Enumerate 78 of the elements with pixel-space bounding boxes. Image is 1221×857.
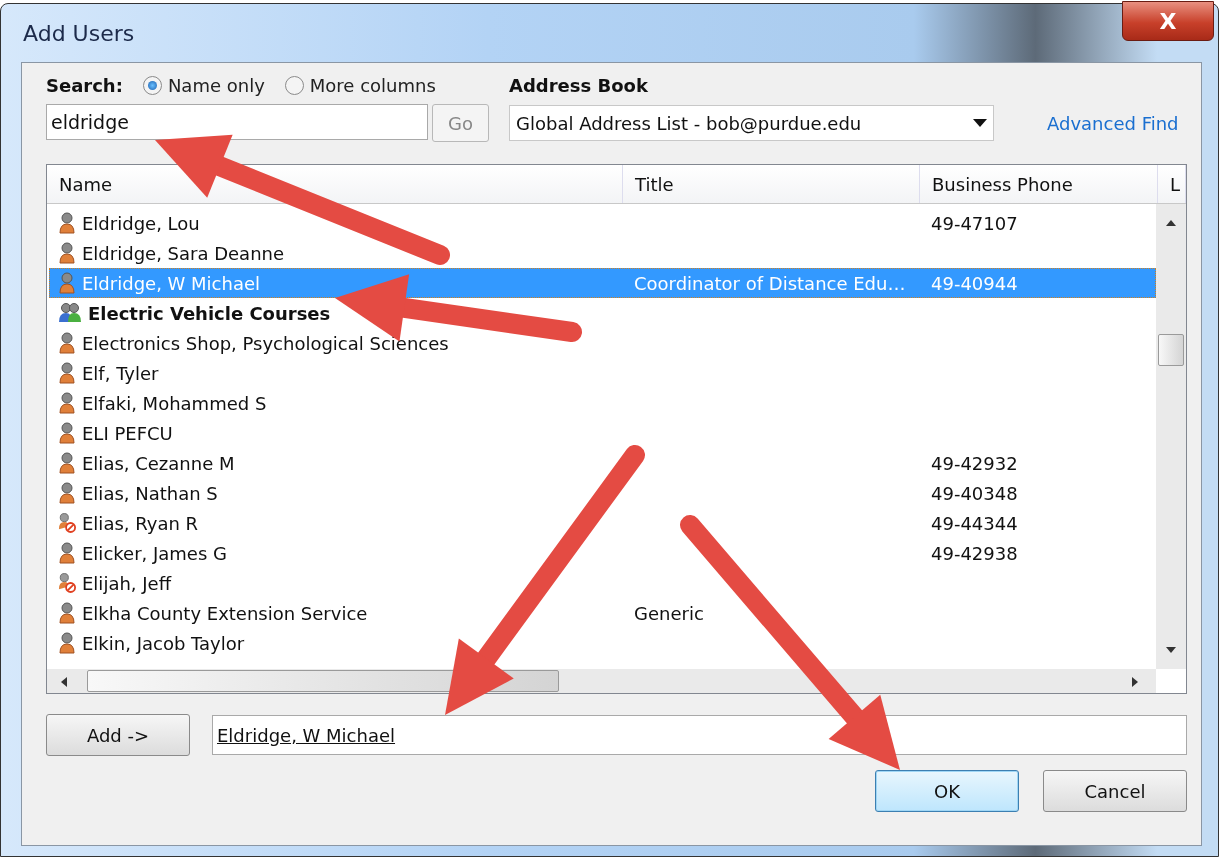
address-book-label: Address Book [509, 75, 649, 96]
person-icon [58, 542, 76, 564]
person-icon [58, 272, 76, 294]
contact-row[interactable]: Elicker, James G 49-42938 [49, 538, 1156, 568]
person-icon [58, 452, 76, 474]
search-field[interactable]: eldridge [46, 104, 428, 140]
person-icon [58, 242, 76, 264]
person-icon [58, 362, 76, 384]
phone-cell-text: 49-42932 [930, 452, 1019, 474]
contact-name: Elf, Tyler [82, 362, 159, 384]
contact-row[interactable]: Elias, Cezanne M 49-42932 [49, 448, 1156, 478]
contact-name: Electric Vehicle Courses [88, 302, 331, 324]
contact-name: Elkin, Jacob Taylor [82, 632, 245, 654]
contact-row[interactable]: Electronics Shop, Psychological Sciences [49, 328, 1156, 358]
group-icon [58, 302, 82, 324]
scroll-right-icon[interactable] [1130, 676, 1140, 688]
contact-name: Elicker, James G [82, 542, 227, 564]
address-book-dropdown[interactable]: Global Address List - bob@purdue.edu [509, 105, 994, 141]
contact-row[interactable]: Elias, Ryan R 49-44344 [49, 508, 1156, 538]
search-label: Search: [46, 75, 123, 96]
contact-row[interactable]: Eldridge, Lou 49-47107 [49, 208, 1156, 238]
phone-cell-text: 49-47107 [930, 212, 1019, 234]
contact-row[interactable]: Elkin, Jacob Taylor [49, 628, 1156, 658]
person-icon [58, 632, 76, 654]
horizontal-scrollbar[interactable] [47, 669, 1156, 693]
column-header[interactable]: L [1158, 165, 1186, 203]
person-icon [58, 212, 76, 234]
contact-name: Elfaki, Mohammed S [82, 392, 267, 414]
caret-icon [973, 119, 987, 127]
phone-cell-text: 49-42938 [930, 542, 1019, 564]
close-button[interactable]: X [1122, 1, 1214, 41]
contact-name: Eldridge, Sara Deanne [82, 242, 285, 264]
person-icon [58, 392, 76, 414]
contact-row[interactable]: Elf, Tyler [49, 358, 1156, 388]
contact-name: ELI PEFCU [82, 422, 173, 444]
contact-row[interactable]: Elfaki, Mohammed S [49, 388, 1156, 418]
scroll-left-icon[interactable] [59, 676, 69, 688]
contact-name: Elkha County Extension Service [82, 602, 368, 624]
contact-row[interactable]: Elijah, Jeff [49, 568, 1156, 598]
advanced-find-link[interactable]: Advanced Find [1047, 112, 1187, 134]
contact-row[interactable]: Eldridge, Sara Deanne [49, 238, 1156, 268]
person-icon [58, 482, 76, 504]
contact-name: Elijah, Jeff [82, 572, 172, 594]
column-header[interactable]: Business Phone [920, 165, 1158, 203]
blocked-person-icon [58, 512, 76, 534]
title-cell-text: Generic [633, 602, 705, 624]
vertical-scrollbar[interactable] [1156, 204, 1186, 669]
contact-name: Electronics Shop, Psychological Sciences [82, 332, 449, 354]
contact-name: Elias, Cezanne M [82, 452, 235, 474]
window-title: Add Users [23, 20, 135, 46]
radio-option[interactable]: Name only [142, 75, 265, 96]
selected-users-field[interactable]: Eldridge, W Michael [212, 715, 1187, 755]
dialog-button[interactable]: Cancel [1043, 770, 1187, 812]
phone-cell-text: 49-44344 [930, 512, 1019, 534]
column-header[interactable]: Title [623, 165, 920, 203]
radio-option[interactable]: More columns [284, 75, 436, 96]
add-button[interactable]: Add -> [46, 714, 190, 756]
contact-name: Elias, Ryan R [82, 512, 199, 534]
blocked-person-icon [58, 572, 76, 594]
contact-name: Eldridge, Lou [82, 212, 200, 234]
scroll-down-icon[interactable] [1165, 645, 1177, 655]
person-icon [58, 602, 76, 624]
dialog-button[interactable]: OK [875, 770, 1019, 812]
contact-row[interactable]: Electric Vehicle Courses [49, 298, 1156, 328]
phone-cell-text: 49-40348 [930, 482, 1019, 504]
title-cell-text: Coordinator of Distance Edu… [633, 272, 907, 294]
scrollbar-thumb[interactable] [1158, 334, 1184, 366]
contact-row[interactable]: Elias, Nathan S 49-40348 [49, 478, 1156, 508]
person-icon [58, 332, 76, 354]
contact-name: Eldridge, W Michael [82, 272, 261, 294]
contact-row[interactable]: ELI PEFCU [49, 418, 1156, 448]
person-icon [58, 422, 76, 444]
radio-circle[interactable] [142, 76, 162, 95]
phone-cell-text: 49-40944 [930, 272, 1019, 294]
contact-row[interactable]: Elkha County Extension Service Generic [49, 598, 1156, 628]
scroll-up-icon[interactable] [1165, 218, 1177, 228]
contact-name: Elias, Nathan S [82, 482, 218, 504]
radio-circle[interactable] [284, 76, 304, 95]
